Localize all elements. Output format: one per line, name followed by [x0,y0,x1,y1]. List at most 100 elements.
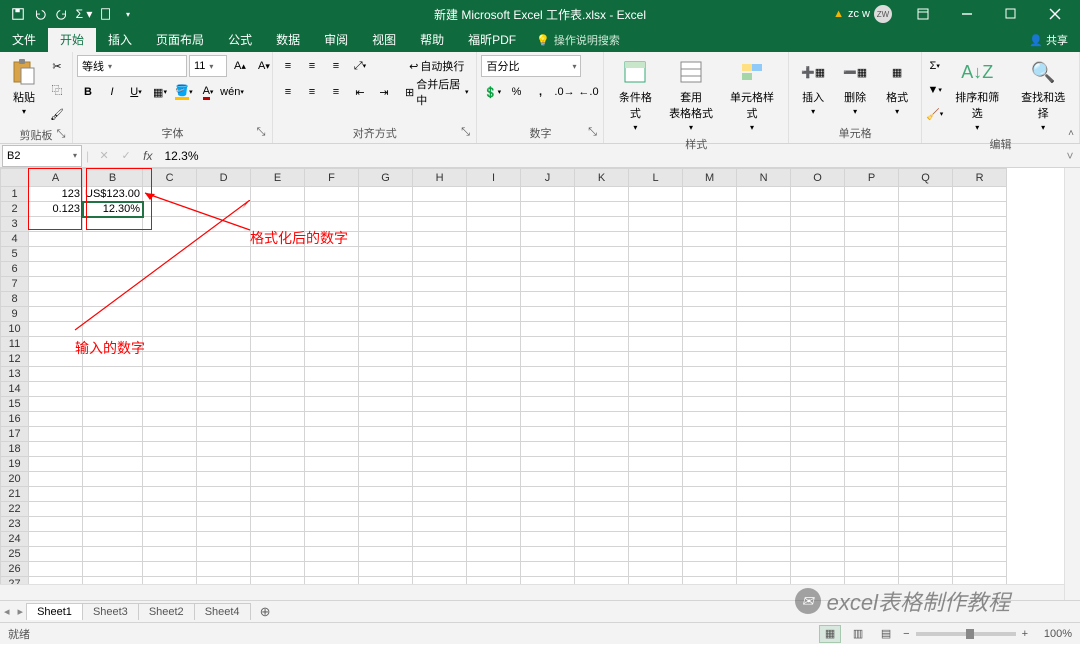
cell-H24[interactable] [413,532,467,547]
tab-foxit[interactable]: 福昕PDF [456,27,528,52]
cell-G4[interactable] [359,232,413,247]
row-header[interactable]: 15 [1,397,29,412]
cell-D20[interactable] [197,472,251,487]
cell-R13[interactable] [953,367,1007,382]
cell-R24[interactable] [953,532,1007,547]
cell-K26[interactable] [575,562,629,577]
cell-A11[interactable] [29,337,83,352]
cell-I5[interactable] [467,247,521,262]
cell-D3[interactable] [197,217,251,232]
format-cell-button[interactable]: ▦格式▾ [877,55,917,118]
cell-R12[interactable] [953,352,1007,367]
column-header[interactable]: G [359,169,413,187]
cell-D18[interactable] [197,442,251,457]
cell-C23[interactable] [143,517,197,532]
cell-G8[interactable] [359,292,413,307]
sheet-tab[interactable]: Sheet4 [194,603,251,620]
cell-R7[interactable] [953,277,1007,292]
tell-me-search[interactable]: 💡 操作说明搜索 [528,28,628,52]
cell-N1[interactable] [737,187,791,202]
cell-H19[interactable] [413,457,467,472]
cell-G17[interactable] [359,427,413,442]
cell-F14[interactable] [305,382,359,397]
cell-A14[interactable] [29,382,83,397]
cell-N18[interactable] [737,442,791,457]
row-header[interactable]: 12 [1,352,29,367]
cell-O5[interactable] [791,247,845,262]
cell-B12[interactable] [83,352,143,367]
cell-O21[interactable] [791,487,845,502]
column-header[interactable]: O [791,169,845,187]
sheet-nav-prev-icon[interactable]: ◂ [0,605,14,618]
cell-C15[interactable] [143,397,197,412]
cell-B3[interactable] [83,217,143,232]
cell-E8[interactable] [251,292,305,307]
cell-J17[interactable] [521,427,575,442]
cell-I14[interactable] [467,382,521,397]
zoom-out-button[interactable]: − [903,628,909,640]
row-header[interactable]: 6 [1,262,29,277]
cell-O11[interactable] [791,337,845,352]
row-header[interactable]: 5 [1,247,29,262]
cell-P26[interactable] [845,562,899,577]
cell-Q20[interactable] [899,472,953,487]
cell-O20[interactable] [791,472,845,487]
cell-A20[interactable] [29,472,83,487]
cell-G1[interactable] [359,187,413,202]
cell-E24[interactable] [251,532,305,547]
cell-G16[interactable] [359,412,413,427]
cell-N16[interactable] [737,412,791,427]
align-right-icon[interactable]: ≡ [325,81,347,103]
decrease-font-icon[interactable]: A▾ [253,55,275,77]
cell-H3[interactable] [413,217,467,232]
cell-H5[interactable] [413,247,467,262]
cell-M20[interactable] [683,472,737,487]
cell-G7[interactable] [359,277,413,292]
cell-L3[interactable] [629,217,683,232]
cell-H14[interactable] [413,382,467,397]
cell-B9[interactable] [83,307,143,322]
cell-P2[interactable] [845,202,899,217]
cell-F5[interactable] [305,247,359,262]
cell-L4[interactable] [629,232,683,247]
cell-P15[interactable] [845,397,899,412]
row-header[interactable]: 2 [1,202,29,217]
cell-C9[interactable] [143,307,197,322]
cell-K9[interactable] [575,307,629,322]
cell-F26[interactable] [305,562,359,577]
cell-R4[interactable] [953,232,1007,247]
cell-A3[interactable] [29,217,83,232]
cell-O8[interactable] [791,292,845,307]
cell-A8[interactable] [29,292,83,307]
cell-C1[interactable] [143,187,197,202]
cell-H6[interactable] [413,262,467,277]
cell-M5[interactable] [683,247,737,262]
tab-formulas[interactable]: 公式 [216,27,264,52]
decrease-indent-icon[interactable]: ⇤ [349,81,371,103]
cell-Q10[interactable] [899,322,953,337]
cell-M26[interactable] [683,562,737,577]
cell-I8[interactable] [467,292,521,307]
cell-B17[interactable] [83,427,143,442]
cell-C16[interactable] [143,412,197,427]
cell-Q13[interactable] [899,367,953,382]
cell-Q8[interactable] [899,292,953,307]
cell-F9[interactable] [305,307,359,322]
cell-F8[interactable] [305,292,359,307]
cell-O12[interactable] [791,352,845,367]
cell-A19[interactable] [29,457,83,472]
row-header[interactable]: 19 [1,457,29,472]
cell-I17[interactable] [467,427,521,442]
cell-A1[interactable]: 123 [29,187,83,202]
cell-A6[interactable] [29,262,83,277]
cell-K19[interactable] [575,457,629,472]
cell-P23[interactable] [845,517,899,532]
cell-C19[interactable] [143,457,197,472]
cell-P18[interactable] [845,442,899,457]
cell-E15[interactable] [251,397,305,412]
cell-J11[interactable] [521,337,575,352]
cell-O9[interactable] [791,307,845,322]
cell-styles-button[interactable]: 单元格样式▾ [720,55,784,134]
cell-M3[interactable] [683,217,737,232]
cell-N11[interactable] [737,337,791,352]
